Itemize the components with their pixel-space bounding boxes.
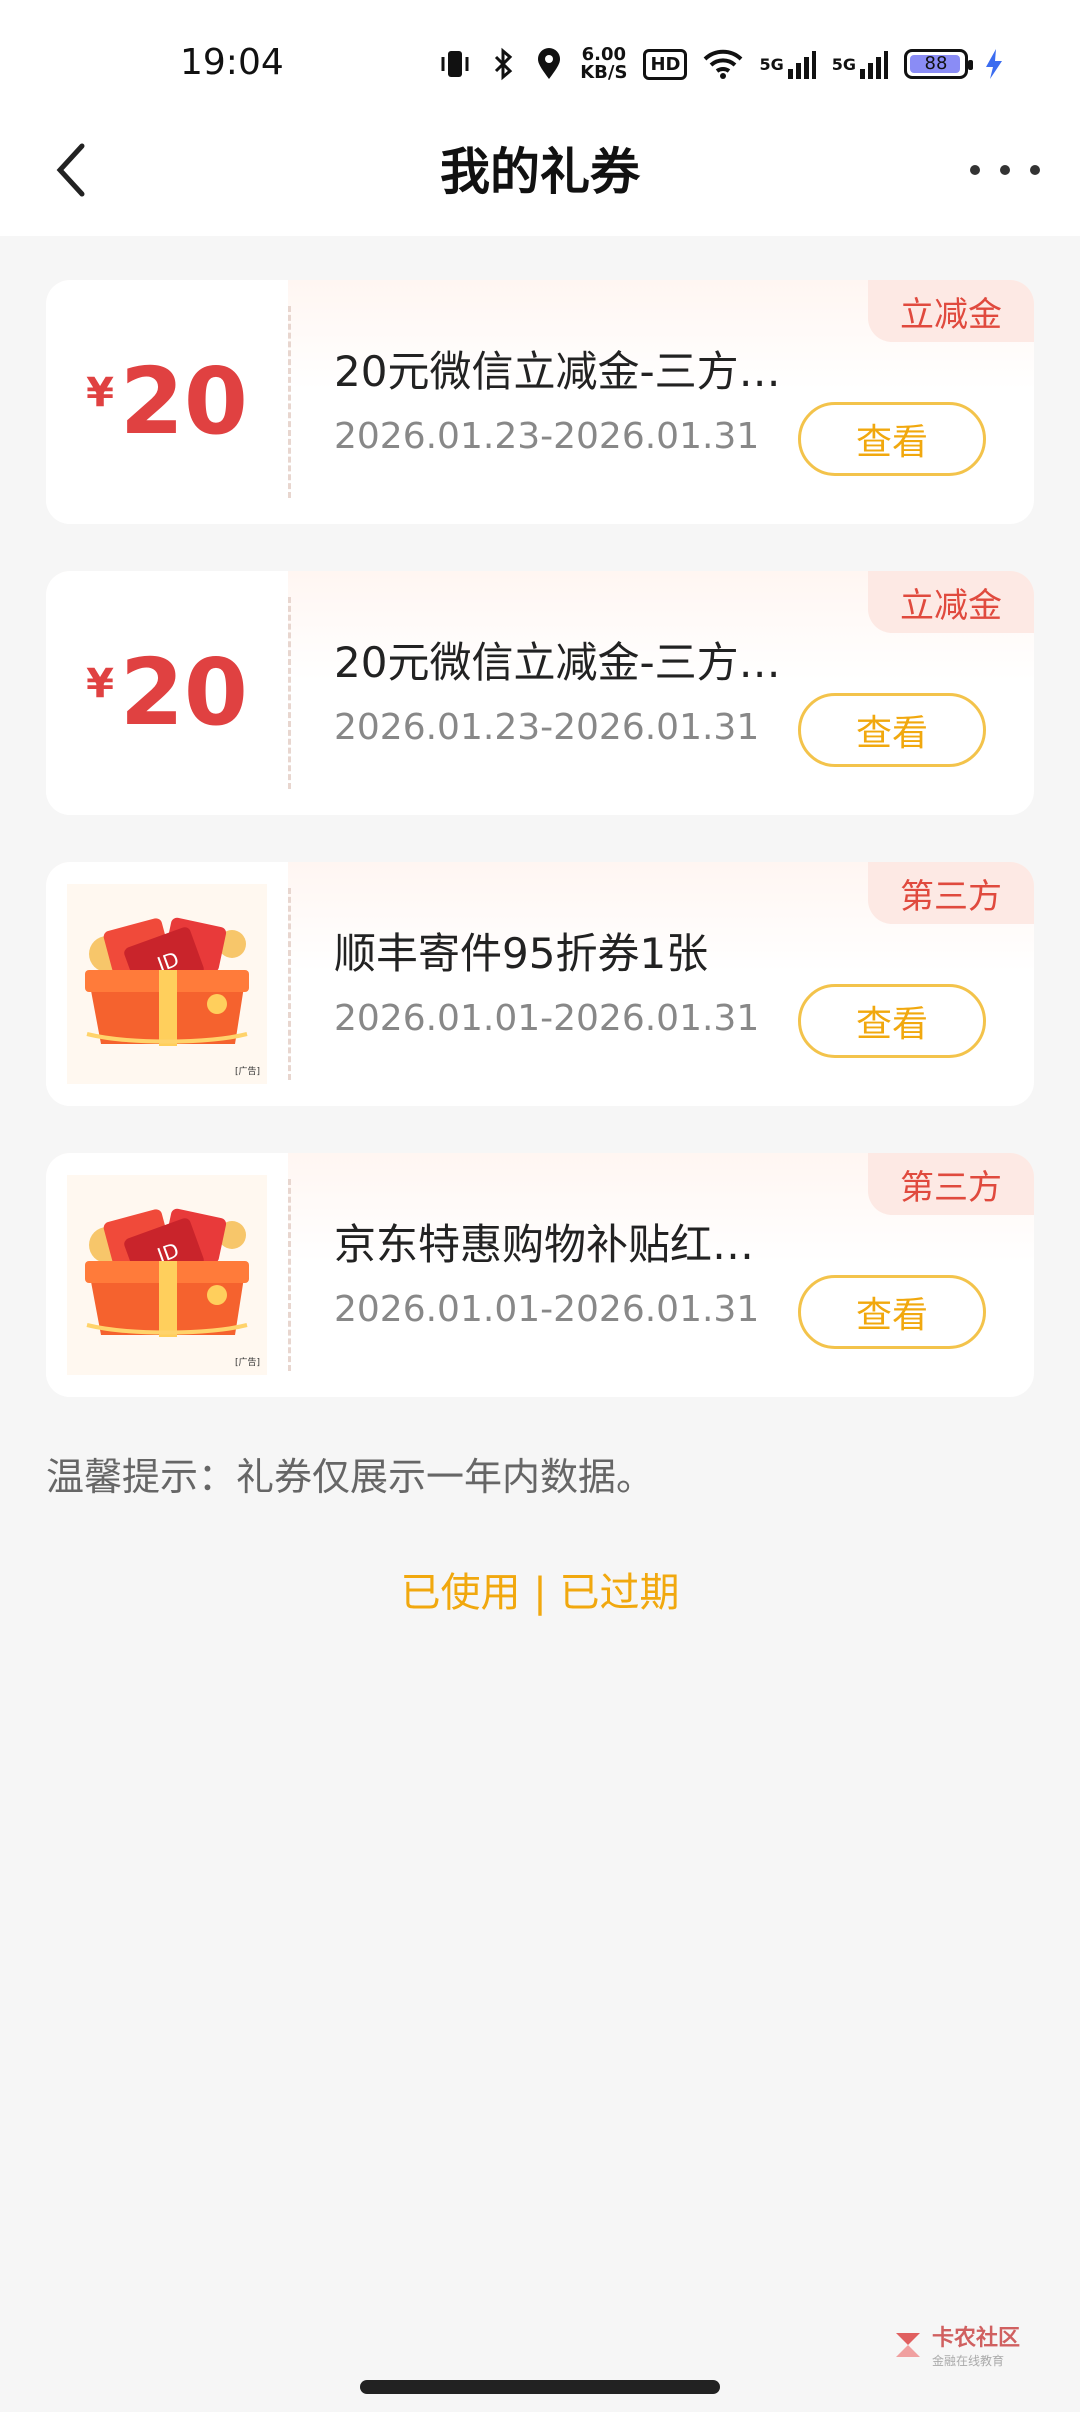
watermark: 卡农社区 金融在线教育: [890, 2320, 1020, 2369]
kanong-logo-icon: [895, 2332, 920, 2357]
more-dot-icon: [1000, 165, 1010, 175]
signal-icon-2: 5G: [832, 47, 888, 81]
view-button[interactable]: 查看: [798, 984, 986, 1058]
coupon-amount-area: ¥ 20: [46, 280, 288, 524]
dashed-divider: [288, 306, 291, 498]
currency-symbol: ¥: [86, 661, 114, 707]
status-icons: 6.00 KB/S HD 5G 5G 88: [438, 46, 1004, 82]
coupon-title: 顺丰寄件95折券1张: [334, 929, 709, 978]
charging-icon: [984, 47, 1004, 81]
gift-box-image: ID [广告]: [67, 884, 267, 1084]
back-button[interactable]: [40, 140, 100, 200]
amount-value: 20: [119, 639, 248, 746]
amount-value: 20: [119, 348, 248, 455]
signal2-label: 5G: [831, 54, 856, 74]
coupon-card[interactable]: ¥ 20 20元微信立减金-三方… 2026.01.23-2026.01.31 …: [46, 571, 1034, 815]
signal1-label: 5G: [759, 54, 784, 74]
ad-mark: [广告]: [235, 1356, 260, 1368]
coupon-title: 京东特惠购物补贴红…: [334, 1220, 755, 1269]
coupon-tag: 立减金: [868, 571, 1034, 633]
chevron-left-icon: [56, 143, 85, 197]
bluetooth-icon: [488, 47, 518, 81]
coupon-list: ¥ 20 20元微信立减金-三方… 2026.01.23-2026.01.31 …: [46, 280, 1034, 1444]
coupon-tag: 第三方: [868, 1153, 1034, 1215]
vibrate-icon: [438, 47, 472, 81]
coupon-date-range: 2026.01.23-2026.01.31: [334, 707, 760, 748]
more-button[interactable]: [970, 140, 1040, 200]
coupon-card[interactable]: ID [广告] 京东特惠购物补贴红… 2026.01.01-2026.01.31…: [46, 1153, 1034, 1397]
coupon-date-range: 2026.01.01-2026.01.31: [334, 998, 760, 1039]
gift-box-image: ID [广告]: [67, 1175, 267, 1375]
tip-text: 温馨提示：礼券仅展示一年内数据。: [46, 1455, 655, 1499]
more-dot-icon: [1030, 165, 1040, 175]
battery-level: 88: [924, 53, 948, 74]
coupon-card[interactable]: ¥ 20 20元微信立减金-三方… 2026.01.23-2026.01.31 …: [46, 280, 1034, 524]
page-title: 我的礼券: [440, 143, 640, 201]
coupon-image-area: ID [广告]: [46, 862, 288, 1106]
coupon-card[interactable]: ID [广告] 顺丰寄件95折券1张 2026.01.01-2026.01.31…: [46, 862, 1034, 1106]
net-speed: 6.00 KB/S: [580, 46, 627, 82]
coupon-image-area: ID [广告]: [46, 1153, 288, 1397]
net-speed-unit: KB/S: [580, 62, 628, 83]
dashed-divider: [288, 597, 291, 789]
coupon-amount: ¥ 20: [86, 643, 248, 743]
ad-mark: [广告]: [235, 1065, 260, 1077]
coupon-tag: 立减金: [868, 280, 1034, 342]
coupon-date-range: 2026.01.01-2026.01.31: [334, 1289, 760, 1330]
view-button[interactable]: 查看: [798, 693, 986, 767]
coupon-title: 20元微信立减金-三方…: [334, 638, 781, 687]
view-button[interactable]: 查看: [798, 402, 986, 476]
view-button[interactable]: 查看: [798, 1275, 986, 1349]
watermark-title: 卡农社区: [931, 2326, 1020, 2351]
currency-symbol: ¥: [86, 370, 114, 416]
used-expired-link[interactable]: 已使用 | 已过期: [0, 1560, 1080, 1618]
location-icon: [534, 47, 564, 81]
hd-icon: HD: [643, 48, 688, 80]
watermark-subtitle: 金融在线教育: [931, 2354, 1004, 2368]
more-dot-icon: [970, 165, 980, 175]
header: 我的礼券: [0, 100, 1080, 236]
dashed-divider: [288, 1179, 291, 1371]
battery-icon: 88: [904, 49, 973, 79]
coupon-tag: 第三方: [868, 862, 1034, 924]
home-indicator[interactable]: [360, 2380, 720, 2394]
coupon-amount-area: ¥ 20: [46, 571, 288, 815]
wifi-icon: [703, 47, 743, 81]
coupon-date-range: 2026.01.23-2026.01.31: [334, 416, 760, 457]
status-time: 19:04: [180, 42, 284, 83]
coupon-title: 20元微信立减金-三方…: [334, 347, 781, 396]
coupon-amount: ¥ 20: [86, 352, 248, 452]
signal-icon-1: 5G: [759, 47, 816, 81]
dashed-divider: [288, 888, 291, 1080]
